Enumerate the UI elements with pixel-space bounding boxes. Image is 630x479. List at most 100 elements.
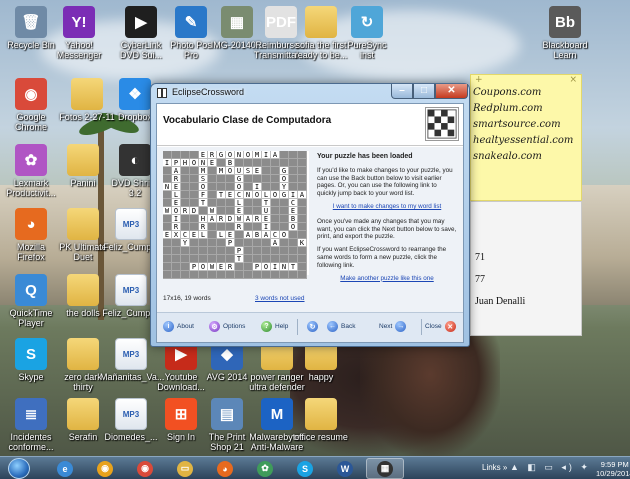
taskbar-item-chrome[interactable]: ◉ [126, 458, 164, 479]
grid-block [244, 159, 253, 167]
grid-cell: I [253, 183, 262, 191]
signin-icon: ⊞ [165, 398, 197, 430]
grid-cell: O [280, 175, 289, 183]
help-button[interactable]: ? Help [261, 321, 288, 332]
grid-cell: O [199, 263, 208, 271]
wizard-header: Vocabulario Clase de Computadora [157, 104, 463, 146]
taskbar-item-chrome-alt[interactable]: ◉ [86, 458, 124, 479]
desktop-icon-yahoo[interactable]: Y! Yahoo! Messenger [48, 6, 110, 60]
clock[interactable]: 9:59 PM 10/29/2014 [596, 460, 630, 478]
grid-cell: O [262, 263, 271, 271]
crossword-logo-icon [425, 107, 459, 141]
grid-block [190, 175, 199, 183]
grid-block [226, 199, 235, 207]
start-button[interactable] [8, 458, 30, 479]
words-not-used-link[interactable]: 3 words not used [255, 295, 305, 302]
minimize-button[interactable]: – [391, 84, 413, 99]
next-button[interactable]: Next → [379, 321, 407, 332]
sticky-add-button[interactable]: + [475, 75, 483, 85]
refresh-icon: ↻ [307, 321, 318, 332]
grid-block [244, 199, 253, 207]
background-window[interactable]: 71 77 Juan Denalli [470, 201, 582, 336]
links-chevron-icon[interactable]: » [503, 463, 507, 472]
taskbar-item-explorer[interactable]: ▭ [166, 458, 204, 479]
taskbar-item-firefox[interactable]: ◕ [206, 458, 244, 479]
lexmark-icon: ✿ [15, 144, 47, 176]
grid-block [298, 223, 307, 231]
options-button[interactable]: ⚙ Options [209, 321, 245, 332]
sticky-line: Coupons.com [473, 87, 542, 98]
close-button[interactable]: Close ✕ [425, 321, 456, 332]
grid-block [190, 215, 199, 223]
grid-block [172, 151, 181, 159]
back-button[interactable]: ← Back [327, 321, 355, 332]
grid-block [271, 215, 280, 223]
grid-block [244, 207, 253, 215]
grid-block [289, 271, 298, 279]
grid-cell: M [217, 167, 226, 175]
links-label: Links [482, 463, 501, 472]
skype-icon: S [15, 338, 47, 370]
sticky-close-button[interactable]: × [569, 75, 577, 85]
maximize-button[interactable]: □ [413, 84, 435, 99]
grid-block [271, 175, 280, 183]
grid-cell: E [172, 199, 181, 207]
grid-block [298, 215, 307, 223]
firefox-icon: ◕ [15, 208, 47, 240]
about-button[interactable]: i About [163, 321, 194, 332]
pkultimate-icon [67, 208, 99, 240]
grid-block [244, 175, 253, 183]
grid-block [289, 151, 298, 159]
taskbar-item-ie[interactable]: e [46, 458, 84, 479]
grid-block [271, 247, 280, 255]
grid-cell: I [172, 215, 181, 223]
zerodark-icon [67, 338, 99, 370]
photopos-icon: ✎ [175, 6, 207, 38]
grid-cell: E [208, 159, 217, 167]
system-tray[interactable]: ▲ ◧ ▭ ◂) ✦ [510, 462, 591, 473]
grid-block [253, 271, 262, 279]
close-window-button[interactable]: ✕ [435, 84, 468, 99]
taskbar-item-eclipse[interactable]: ▦ [366, 458, 404, 479]
links-toolbar[interactable]: Links » [482, 463, 507, 472]
grid-cell: O [253, 191, 262, 199]
grid-block [172, 271, 181, 279]
grid-cell: P [235, 247, 244, 255]
desktop-icon-puresync[interactable]: ↻ PureSync inst [336, 6, 398, 60]
taskbar-item-skype[interactable]: S [286, 458, 324, 479]
grid-cell: E [163, 231, 172, 239]
grid-cell: R [172, 223, 181, 231]
sticky-note[interactable]: + × Coupons.com Redplum.com smartsource.… [470, 74, 582, 201]
change-word-list-link[interactable]: I want to make changes to my word list [317, 203, 457, 211]
grid-cell: L [172, 191, 181, 199]
grid-block [235, 231, 244, 239]
desktop-icon-chrome[interactable]: ◉ Google Chrome [0, 78, 62, 132]
grid-block [217, 223, 226, 231]
grid-cell: A [208, 215, 217, 223]
grid-block [181, 167, 190, 175]
desktop-icon-officeresume[interactable]: office resume [290, 398, 352, 442]
grid-block [190, 199, 199, 207]
taskbar-item-word[interactable]: W [326, 458, 364, 479]
photos-icon: ✿ [257, 460, 273, 477]
grid-block [298, 247, 307, 255]
make-another-puzzle-link[interactable]: Make another puzzle like this one [317, 275, 457, 283]
eclipsecrossword-window[interactable]: EclipseCrossword – □ ✕ Vocabulario Clase… [150, 83, 470, 347]
grid-block [190, 271, 199, 279]
grid-block [226, 183, 235, 191]
wizard-footer: i About ⚙ Options ? Help ↻ ← Back Next →… [157, 312, 463, 342]
grid-cell: T [262, 199, 271, 207]
grid-block [280, 207, 289, 215]
grid-block [208, 191, 217, 199]
grid-cell: P [190, 263, 199, 271]
grid-block [262, 247, 271, 255]
desktop-icon-label: happy [308, 372, 334, 382]
desktop-icon-blackboard[interactable]: Bb Blackboard Learn [534, 6, 596, 60]
taskbar-item-photos[interactable]: ✿ [246, 458, 284, 479]
serafin-icon [67, 398, 99, 430]
dvdshrink-icon: ◐ [119, 144, 151, 176]
grid-block [181, 151, 190, 159]
quicktime-icon: Q [15, 274, 47, 306]
refresh-button[interactable]: ↻ [307, 321, 318, 332]
window-titlebar[interactable]: EclipseCrossword – □ ✕ [151, 84, 469, 102]
